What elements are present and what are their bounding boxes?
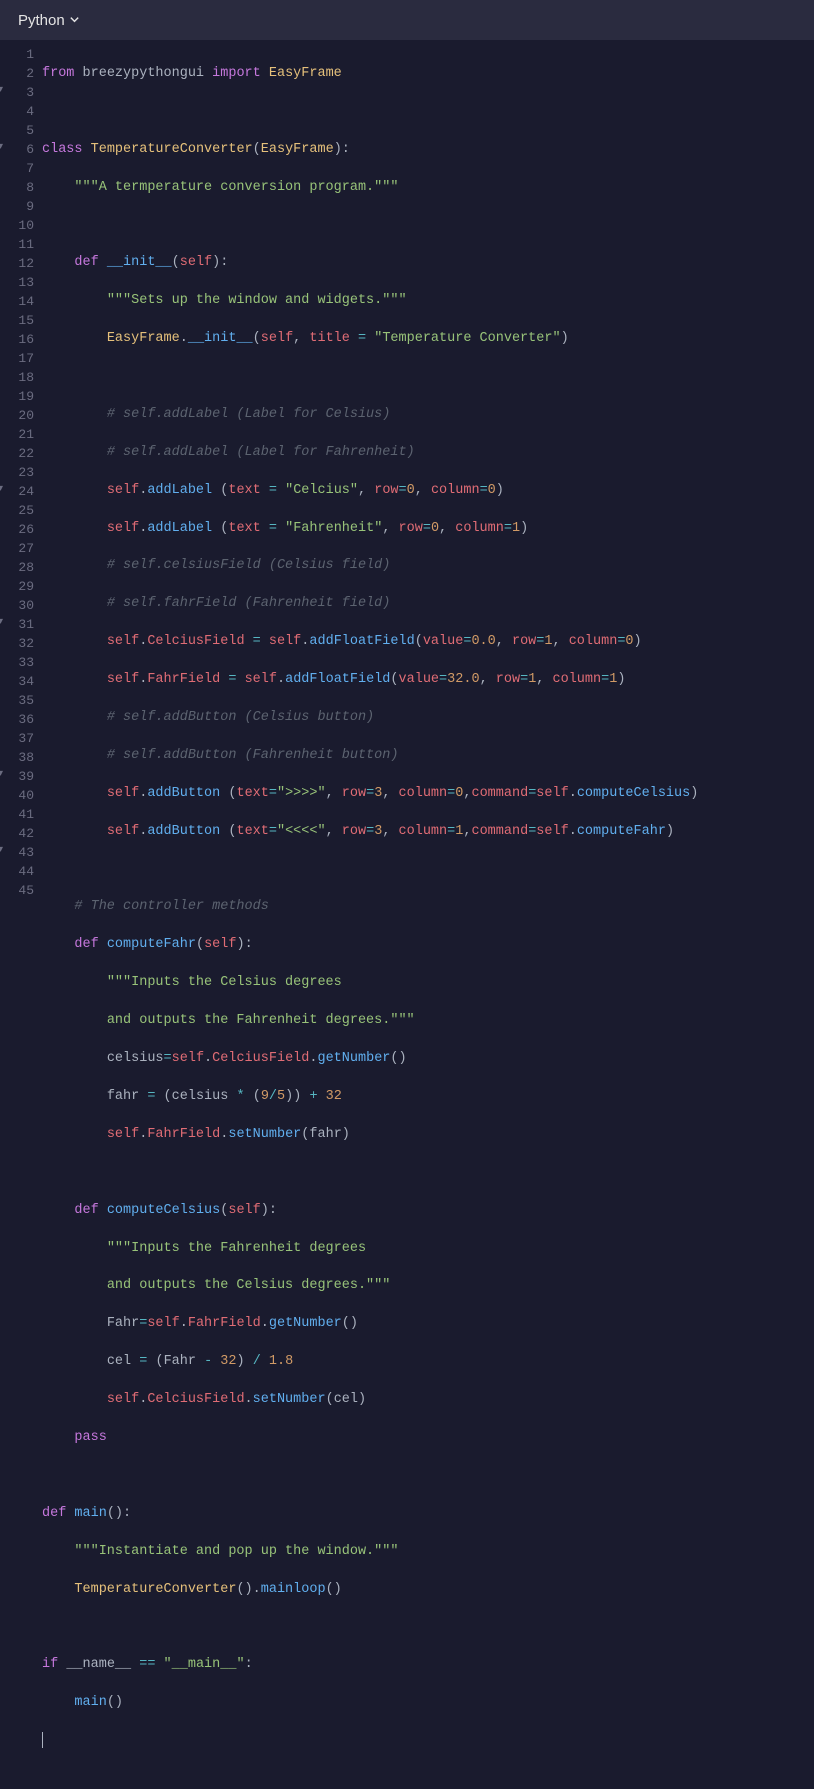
line-number: 8: [0, 179, 42, 198]
line-number: 16: [0, 331, 42, 350]
fold-arrow-icon[interactable]: ▾: [0, 84, 3, 98]
line-number: 7: [0, 160, 42, 179]
line-number: 31▾: [0, 616, 42, 635]
language-selector[interactable]: Python: [18, 10, 80, 31]
line-number: 3▾: [0, 84, 42, 103]
line-number: 36: [0, 711, 42, 730]
fold-arrow-icon[interactable]: ▾: [0, 616, 3, 630]
fold-arrow-icon[interactable]: ▾: [0, 844, 3, 858]
line-number: 12: [0, 255, 42, 274]
fold-arrow-icon[interactable]: ▾: [0, 483, 3, 497]
fold-arrow-icon[interactable]: ▾: [0, 141, 3, 155]
line-number: 2: [0, 65, 42, 84]
language-label: Python: [18, 12, 65, 29]
line-number: 42: [0, 825, 42, 844]
line-number: 11: [0, 236, 42, 255]
line-number: 1: [0, 46, 42, 65]
line-number: 43▾: [0, 844, 42, 863]
line-number: 32: [0, 635, 42, 654]
line-number: 40: [0, 787, 42, 806]
line-number: 45: [0, 882, 42, 901]
line-number: 15: [0, 312, 42, 331]
line-number: 24▾: [0, 483, 42, 502]
line-number: 25: [0, 502, 42, 521]
code-editor[interactable]: 123▾456▾78910111213141516171819202122232…: [0, 40, 814, 910]
line-number: 37: [0, 730, 42, 749]
line-number: 5: [0, 122, 42, 141]
line-number: 38: [0, 749, 42, 768]
line-number: 6▾: [0, 141, 42, 160]
line-number: 19: [0, 388, 42, 407]
line-number: 39▾: [0, 768, 42, 787]
line-number: 18: [0, 369, 42, 388]
line-number: 26: [0, 521, 42, 540]
line-number: 4: [0, 103, 42, 122]
line-number: 29: [0, 578, 42, 597]
line-number: 14: [0, 293, 42, 312]
line-number: 33: [0, 654, 42, 673]
code-content[interactable]: from breezypythongui import EasyFrame cl…: [42, 46, 814, 910]
line-number: 21: [0, 426, 42, 445]
line-number: 10: [0, 217, 42, 236]
line-number-gutter: 123▾456▾78910111213141516171819202122232…: [0, 46, 42, 910]
line-number: 20: [0, 407, 42, 426]
text-cursor: [42, 1732, 43, 1748]
line-number: 28: [0, 559, 42, 578]
line-number: 44: [0, 863, 42, 882]
editor-header: Python: [0, 0, 814, 40]
fold-arrow-icon[interactable]: ▾: [0, 768, 3, 782]
line-number: 34: [0, 673, 42, 692]
line-number: 41: [0, 806, 42, 825]
line-number: 22: [0, 445, 42, 464]
line-number: 35: [0, 692, 42, 711]
line-number: 17: [0, 350, 42, 369]
line-number: 13: [0, 274, 42, 293]
line-number: 30: [0, 597, 42, 616]
line-number: 27: [0, 540, 42, 559]
chevron-down-icon: [69, 10, 80, 31]
line-number: 9: [0, 198, 42, 217]
line-number: 23: [0, 464, 42, 483]
